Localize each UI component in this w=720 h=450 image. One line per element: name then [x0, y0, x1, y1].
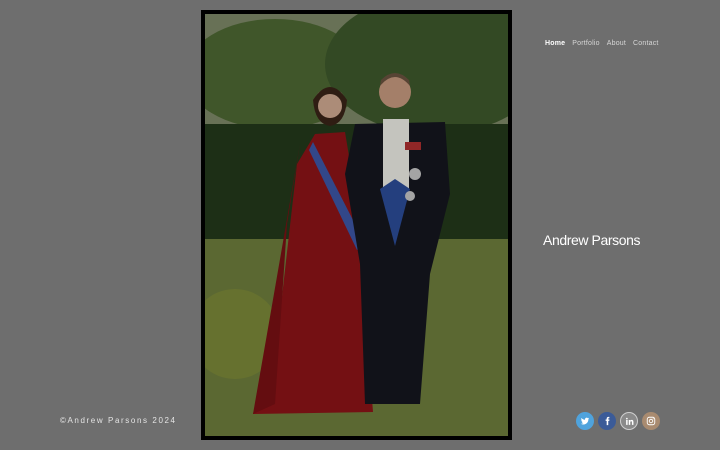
twitter-icon[interactable] — [576, 412, 594, 430]
site-title[interactable]: Andrew Parsons — [543, 232, 641, 248]
nav-item-about[interactable]: About — [607, 40, 626, 47]
nav-item-home[interactable]: Home — [545, 40, 565, 47]
nav-item-portfolio[interactable]: Portfolio — [572, 40, 599, 47]
main-navigation: Home Portfolio About Contact — [545, 40, 659, 47]
facebook-icon[interactable] — [598, 412, 616, 430]
featured-photo[interactable] — [205, 14, 508, 436]
instagram-icon[interactable] — [642, 412, 660, 430]
featured-photo-frame — [201, 10, 512, 440]
photo-dim-overlay — [205, 14, 508, 436]
linkedin-icon[interactable] — [620, 412, 638, 430]
nav-item-contact[interactable]: Contact — [633, 40, 659, 47]
social-links — [576, 412, 660, 430]
copyright-text: ©Andrew Parsons 2024 — [60, 416, 177, 425]
